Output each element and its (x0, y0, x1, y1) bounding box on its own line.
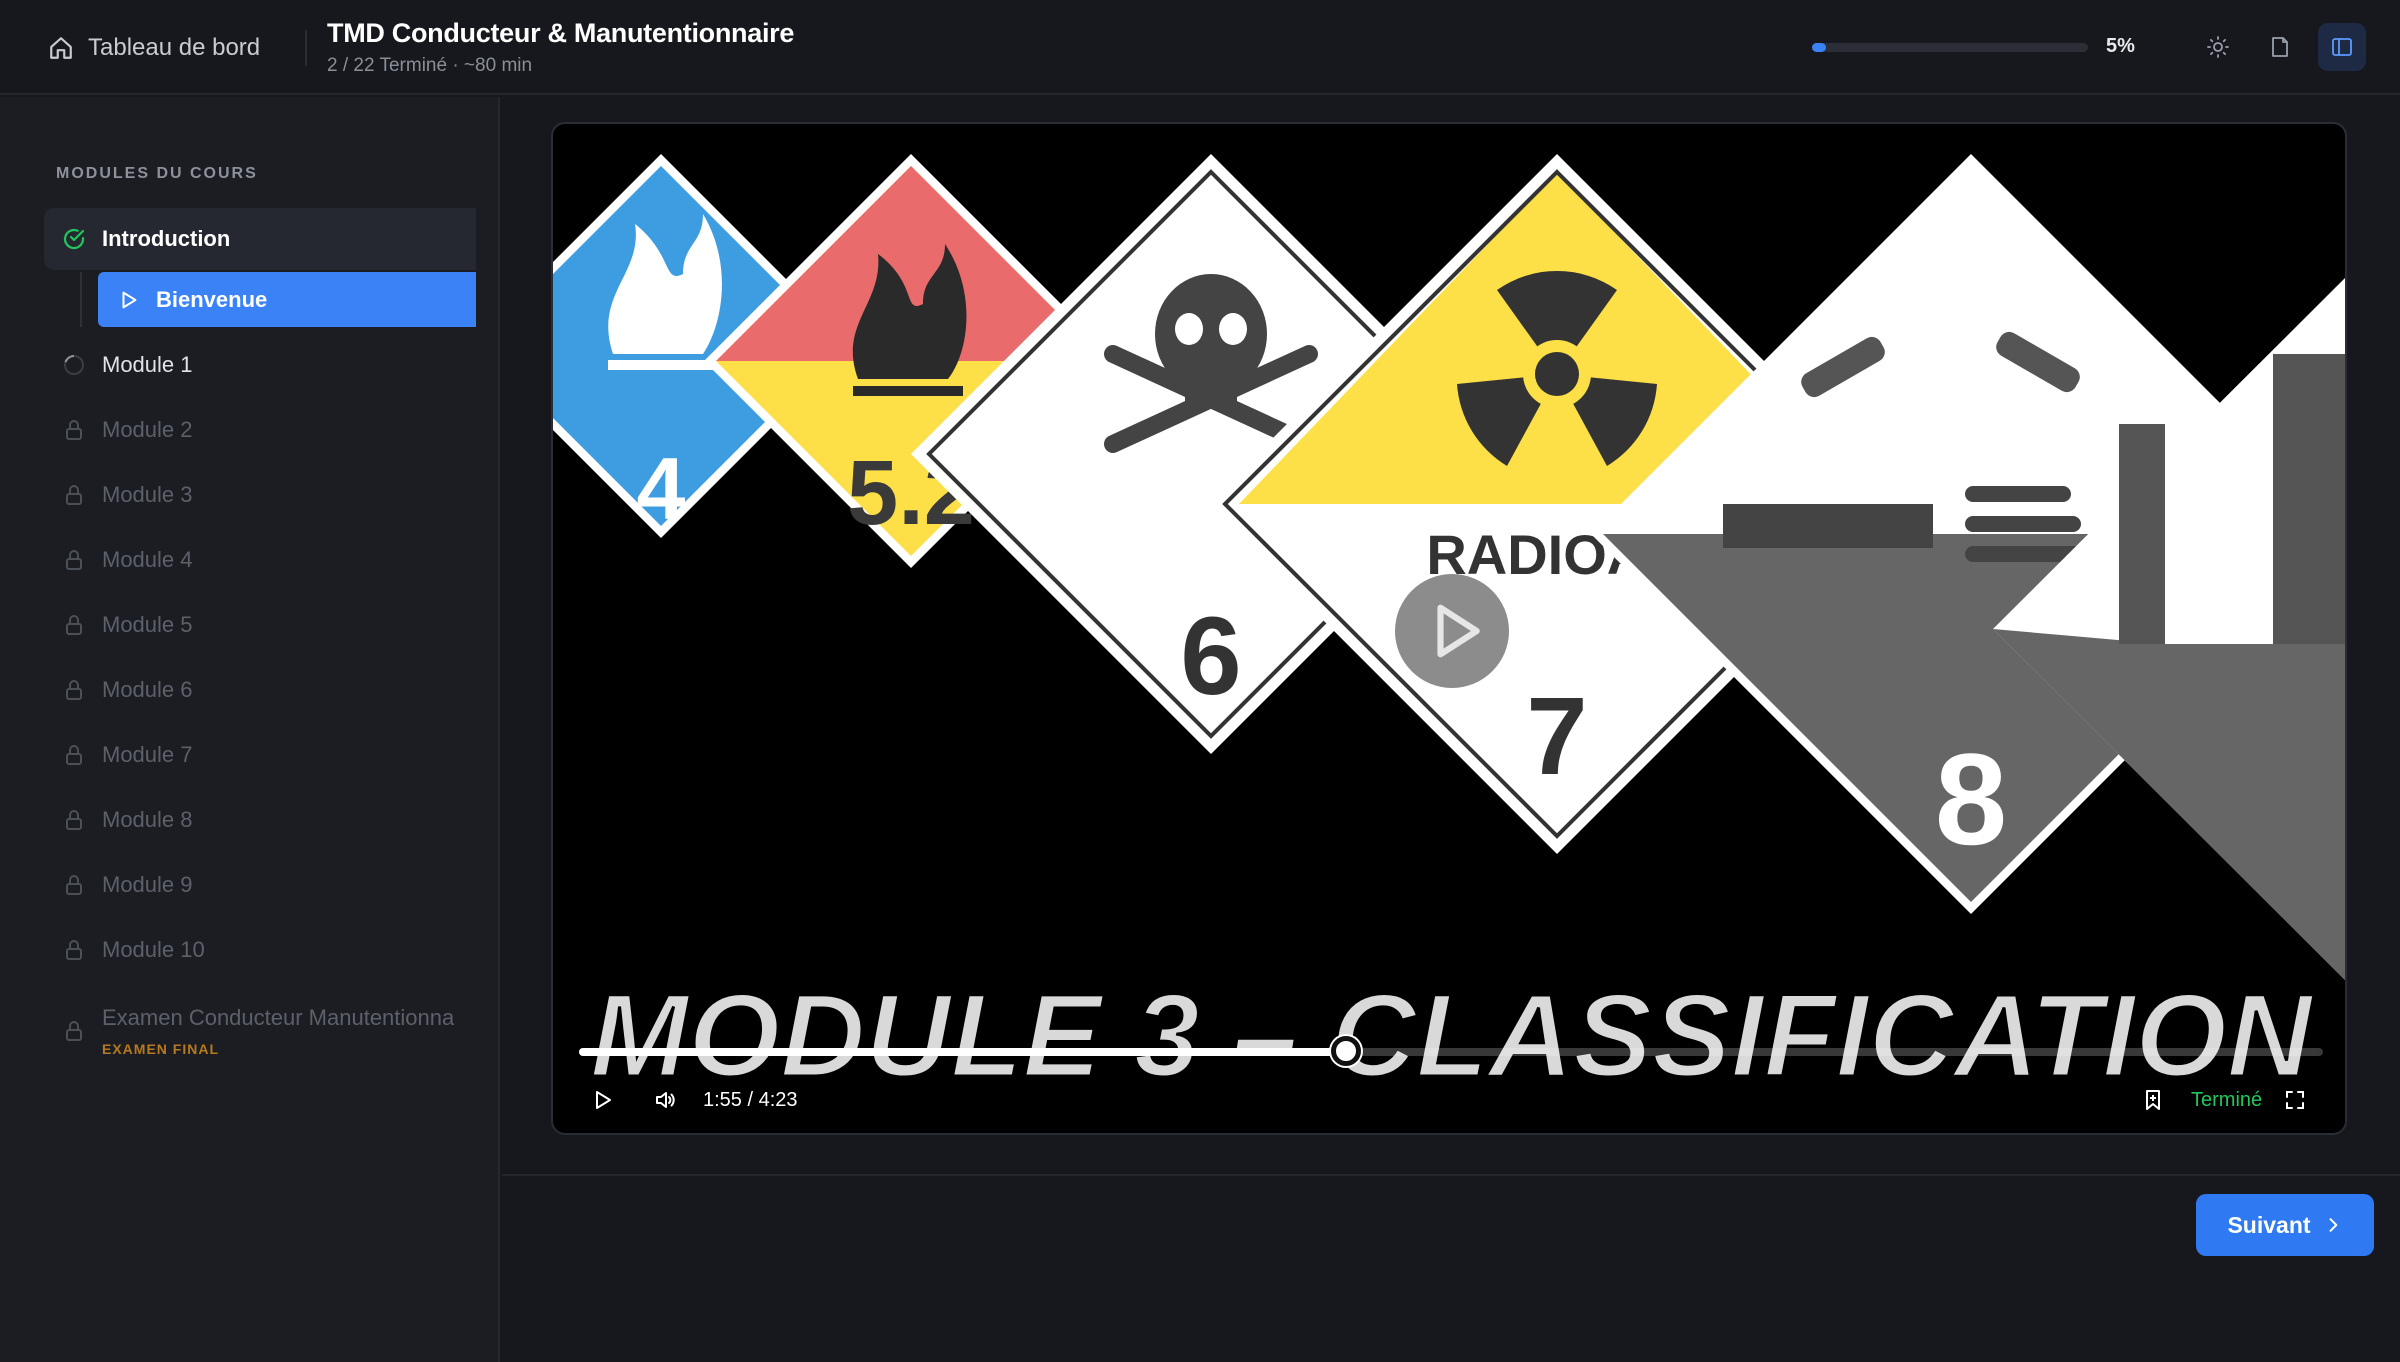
module-label: Module 4 (102, 547, 193, 572)
module-label: Module 10 (102, 937, 205, 962)
course-progress-bar (1812, 43, 2088, 52)
lock-icon (66, 1021, 82, 1041)
placard-number-label: 7 (1526, 675, 1587, 798)
theme-toggle-button[interactable] (2194, 23, 2242, 71)
module-label: Module 6 (102, 677, 193, 702)
play-icon (596, 1091, 611, 1109)
lesson-status-label: Terminé (2191, 1088, 2263, 1111)
final-exam: Examen Conducteur Manutentionna EXAMEN F… (44, 995, 476, 1067)
lock-icon (66, 940, 82, 960)
video-player[interactable]: 4 5.2 6 RADIOAC 7 8 MODULE 3 – CLASSIFIC… (551, 122, 2347, 1135)
play-icon (1437, 604, 1480, 658)
lock-icon (66, 615, 82, 635)
home-icon (50, 37, 72, 59)
bookmark-icon (2146, 1090, 2160, 1110)
lock-icon (66, 485, 82, 505)
lesson-tree-line (80, 272, 82, 327)
module-9: Module 9 (44, 854, 476, 916)
volume-icon (656, 1092, 675, 1108)
top-header: Tableau de bord TMD Conducteur & Manuten… (0, 0, 2400, 95)
lock-icon (66, 680, 82, 700)
next-lesson-button[interactable]: Suivant (2196, 1194, 2374, 1256)
module-label: Introduction (102, 226, 231, 251)
video-time-readout: 1:55 / 4:23 (703, 1088, 798, 1111)
bookmark-button[interactable] (2141, 1080, 2165, 1120)
course-sidebar: MODULES DU COURS Introduction Bienvenue … (0, 97, 500, 1362)
header-divider (305, 30, 307, 66)
volume-button[interactable] (653, 1080, 677, 1120)
placard-number-label: 8 (1935, 726, 2007, 872)
placard-number-label: 6 (1180, 595, 1241, 718)
lesson-label: Bienvenue (156, 286, 268, 312)
module-3: Module 3 (44, 464, 476, 526)
video-overlay-title: MODULE 3 – CLASSIFICATION (590, 970, 2315, 1102)
fullscreen-button[interactable] (2283, 1080, 2307, 1120)
module-label: Module 9 (102, 872, 193, 897)
module-label: Module 2 (102, 417, 193, 442)
video-seek-fill (579, 1048, 1347, 1056)
module-6: Module 6 (44, 659, 476, 721)
placard-number-label: 4 (637, 439, 686, 538)
next-button-label: Suivant (2227, 1211, 2311, 1238)
exam-title: Examen Conducteur Manutentionna (102, 1005, 455, 1030)
lock-icon (66, 420, 82, 440)
sun-icon (2207, 36, 2229, 58)
sidebar-heading: MODULES DU COURS (56, 165, 258, 182)
module-label: Module 5 (102, 612, 193, 637)
progress-circle-icon (64, 354, 84, 375)
module-introduction[interactable]: Introduction (44, 208, 476, 270)
module-label: Module 7 (102, 742, 193, 767)
module-1[interactable]: Module 1 (44, 334, 476, 396)
fullscreen-icon (2286, 1091, 2304, 1109)
lock-icon (66, 550, 82, 570)
dashboard-label: Tableau de bord (88, 34, 261, 61)
play-pause-button[interactable] (591, 1080, 615, 1120)
lock-icon (66, 745, 82, 765)
sidebar-toggle-icon (2332, 38, 2352, 56)
check-circle-icon (63, 228, 85, 250)
dashboard-link[interactable]: Tableau de bord (48, 28, 260, 68)
sidebar-toggle-button[interactable] (2318, 23, 2366, 71)
module-label: Module 3 (102, 482, 193, 507)
lesson-bienvenue[interactable]: Bienvenue (98, 272, 476, 327)
module-7: Module 7 (44, 724, 476, 786)
course-progress-fill (1812, 43, 1826, 52)
course-title: TMD Conducteur & Manutentionnaire (327, 18, 795, 48)
module-label: Module 1 (102, 352, 193, 377)
module-8: Module 8 (44, 789, 476, 851)
module-4: Module 4 (44, 529, 476, 591)
module-label: Module 8 (102, 807, 193, 832)
video-seek-bar[interactable] (579, 1036, 2323, 1066)
exam-badge: EXAMEN FINAL (102, 1041, 219, 1057)
module-2: Module 2 (44, 399, 476, 461)
exam-text: Examen Conducteur Manutentionna EXAMEN F… (102, 1005, 454, 1057)
play-icon (122, 291, 137, 308)
notes-button[interactable] (2256, 23, 2304, 71)
course-progress-label: 5% (2106, 35, 2135, 57)
big-play-button[interactable] (1395, 574, 1509, 688)
file-icon (2272, 37, 2288, 57)
course-subtitle: 2 / 22 Terminé · ~80 min (327, 55, 533, 76)
module-10: Module 10 (44, 919, 476, 981)
chevron-right-icon (2329, 1218, 2337, 1232)
lock-icon (66, 875, 82, 895)
module-5: Module 5 (44, 594, 476, 656)
content-divider (502, 1174, 2400, 1176)
lock-icon (66, 810, 82, 830)
